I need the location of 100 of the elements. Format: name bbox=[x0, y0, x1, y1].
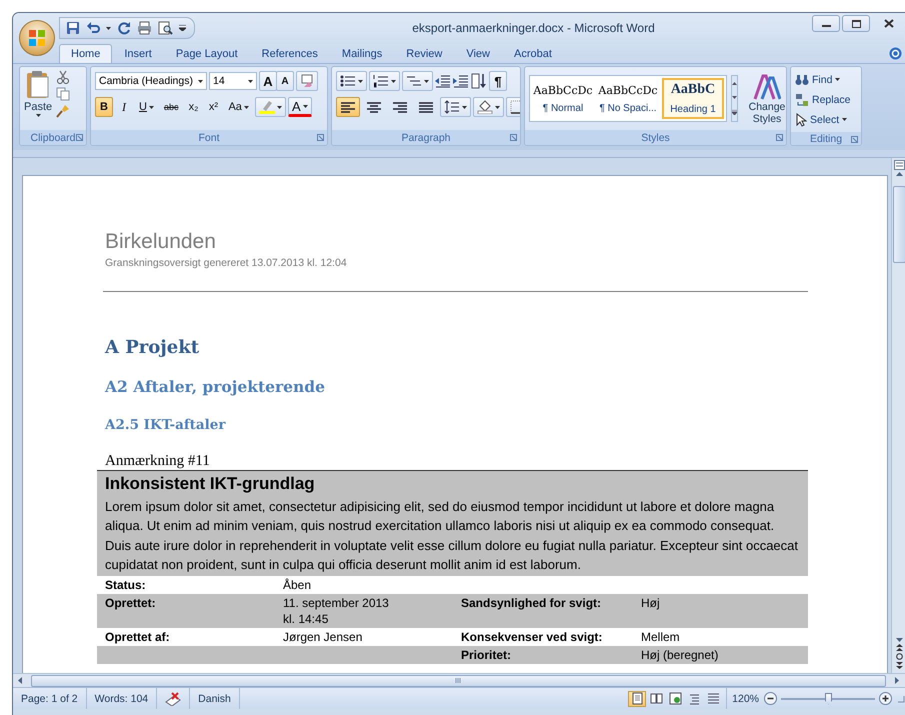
clear-formatting-button[interactable] bbox=[296, 71, 318, 91]
ribbon-tab[interactable]: Mailings bbox=[330, 44, 394, 63]
shrink-font-button[interactable]: A bbox=[276, 71, 294, 91]
change-styles-button[interactable]: Change Styles bbox=[742, 72, 786, 124]
table-cell-text: Prioritet: bbox=[460, 646, 512, 663]
dropdown-caret-icon[interactable] bbox=[148, 106, 154, 108]
dialog-launcher-icon[interactable] bbox=[510, 134, 517, 141]
language-indicator[interactable]: Danish bbox=[190, 688, 240, 709]
office-logo-icon bbox=[28, 29, 46, 47]
document-title: Birkelunden bbox=[105, 229, 217, 255]
dialog-launcher-icon[interactable] bbox=[776, 134, 783, 141]
copy-icon[interactable] bbox=[56, 87, 70, 101]
redo-icon[interactable] bbox=[117, 21, 131, 35]
dropdown-caret-icon[interactable] bbox=[462, 106, 467, 108]
scroll-up-icon[interactable] bbox=[732, 82, 737, 85]
cut-icon[interactable] bbox=[56, 70, 70, 84]
increase-indent-icon[interactable] bbox=[453, 74, 469, 88]
dialog-launcher-icon[interactable] bbox=[851, 136, 858, 143]
resize-grip-icon[interactable] bbox=[896, 694, 905, 703]
horizontal-scroll-thumb[interactable] bbox=[31, 674, 886, 686]
change-case-button[interactable]: Aa bbox=[224, 97, 253, 117]
dropdown-caret-icon[interactable] bbox=[835, 78, 840, 81]
dropdown-caret-icon[interactable] bbox=[244, 106, 249, 108]
zoom-slider-thumb[interactable] bbox=[825, 692, 832, 704]
find-button[interactable]: Find bbox=[795, 70, 851, 89]
ribbon-tab[interactable]: Acrobat bbox=[502, 44, 564, 63]
dropdown-caret-icon[interactable] bbox=[842, 118, 848, 121]
numbering-button[interactable] bbox=[369, 71, 400, 91]
scroll-down-arrow-icon[interactable] bbox=[896, 638, 902, 642]
scroll-up-arrow-icon[interactable] bbox=[896, 172, 902, 176]
office-button[interactable] bbox=[19, 20, 55, 56]
zoom-out-icon[interactable] bbox=[764, 692, 777, 705]
scroll-thumb[interactable] bbox=[892, 186, 905, 263]
previous-page-icon[interactable] bbox=[896, 644, 902, 651]
more-styles-icon[interactable] bbox=[732, 110, 737, 116]
undo-icon[interactable] bbox=[86, 21, 100, 35]
grow-font-button[interactable]: A bbox=[259, 71, 277, 91]
format-painter-icon[interactable] bbox=[56, 104, 70, 118]
font-size-field[interactable]: 14 bbox=[209, 72, 257, 90]
zoom-level[interactable]: 120% bbox=[727, 692, 764, 704]
subscript-button[interactable]: x₂ bbox=[184, 97, 202, 117]
dialog-launcher-icon[interactable] bbox=[76, 134, 83, 141]
font-color-button[interactable]: A bbox=[288, 97, 312, 117]
note-title: Inkonsistent IKT-grundlag bbox=[105, 473, 316, 494]
italic-button[interactable]: I bbox=[115, 97, 133, 117]
font-name-field[interactable]: Cambria (Headings) bbox=[95, 72, 207, 90]
ribbon-tab[interactable]: Home bbox=[59, 44, 112, 63]
table-cell-text: Jørgen Jensen bbox=[282, 628, 364, 645]
ribbon-tab[interactable]: Review bbox=[394, 44, 454, 63]
zoom-in-icon[interactable] bbox=[879, 692, 892, 705]
dialog-launcher-icon[interactable] bbox=[317, 134, 324, 141]
show-formatting-button[interactable]: ¶ bbox=[489, 71, 507, 91]
table-cell-text: Oprettet: bbox=[104, 594, 157, 612]
print-preview-icon[interactable] bbox=[158, 21, 173, 35]
decrease-indent-icon[interactable] bbox=[435, 74, 451, 88]
ribbon-tab[interactable]: View bbox=[454, 44, 502, 63]
ribbon-tab[interactable]: Page Layout bbox=[164, 44, 250, 63]
ribbon-tab[interactable]: Insert bbox=[112, 44, 164, 63]
next-page-icon[interactable] bbox=[896, 662, 902, 669]
align-justify-icon bbox=[418, 100, 434, 114]
line-spacing-button[interactable] bbox=[440, 97, 471, 117]
save-icon[interactable] bbox=[66, 21, 80, 35]
page-count[interactable]: Page: 1 of 2 bbox=[13, 688, 87, 709]
ribbon-tab[interactable]: References bbox=[250, 44, 330, 63]
proofing-icon[interactable] bbox=[165, 692, 182, 706]
dropdown-caret-icon[interactable] bbox=[391, 80, 396, 82]
dropdown-caret-icon[interactable] bbox=[424, 80, 429, 82]
select-button[interactable]: Select bbox=[795, 110, 851, 129]
undo-menu-caret-icon[interactable] bbox=[106, 26, 111, 30]
multilevel-list-button[interactable] bbox=[402, 71, 433, 91]
align-left-button[interactable] bbox=[336, 97, 360, 117]
superscript-button[interactable]: x² bbox=[204, 97, 222, 117]
bold-button[interactable]: B bbox=[95, 97, 113, 117]
strikethrough-button[interactable]: abc bbox=[160, 97, 182, 117]
scroll-down-icon[interactable] bbox=[732, 96, 737, 99]
ruler-toggle-icon[interactable] bbox=[894, 160, 904, 170]
shading-button[interactable] bbox=[473, 97, 504, 117]
dropdown-caret-icon[interactable] bbox=[495, 106, 500, 108]
customize-toolbar-icon[interactable] bbox=[179, 25, 186, 31]
bullets-icon bbox=[340, 74, 356, 88]
browse-object-icon[interactable] bbox=[896, 653, 902, 660]
print-icon[interactable] bbox=[137, 21, 152, 35]
full-screen-icon bbox=[650, 692, 663, 705]
paste-button[interactable]: Paste bbox=[24, 70, 52, 127]
minimize-button[interactable] bbox=[812, 15, 840, 32]
style-item[interactable]: AaBbC Heading 1 bbox=[662, 78, 724, 119]
dropdown-caret-icon[interactable] bbox=[302, 104, 308, 108]
underline-button[interactable]: U bbox=[135, 97, 158, 117]
dropdown-caret-icon[interactable] bbox=[248, 80, 253, 82]
align-center-icon bbox=[366, 100, 382, 114]
dropdown-caret-icon[interactable] bbox=[358, 80, 363, 82]
replace-button[interactable]: Replace bbox=[795, 90, 851, 109]
word-count[interactable]: Words: 104 bbox=[86, 688, 158, 709]
bullets-button[interactable] bbox=[336, 71, 367, 91]
sort-icon[interactable] bbox=[471, 73, 487, 89]
print-layout-view-button[interactable] bbox=[628, 690, 646, 706]
maximize-button[interactable] bbox=[842, 15, 870, 32]
dropdown-caret-icon[interactable] bbox=[198, 80, 203, 82]
dropdown-caret-icon[interactable] bbox=[276, 106, 282, 108]
dropdown-caret-icon[interactable] bbox=[36, 114, 41, 117]
